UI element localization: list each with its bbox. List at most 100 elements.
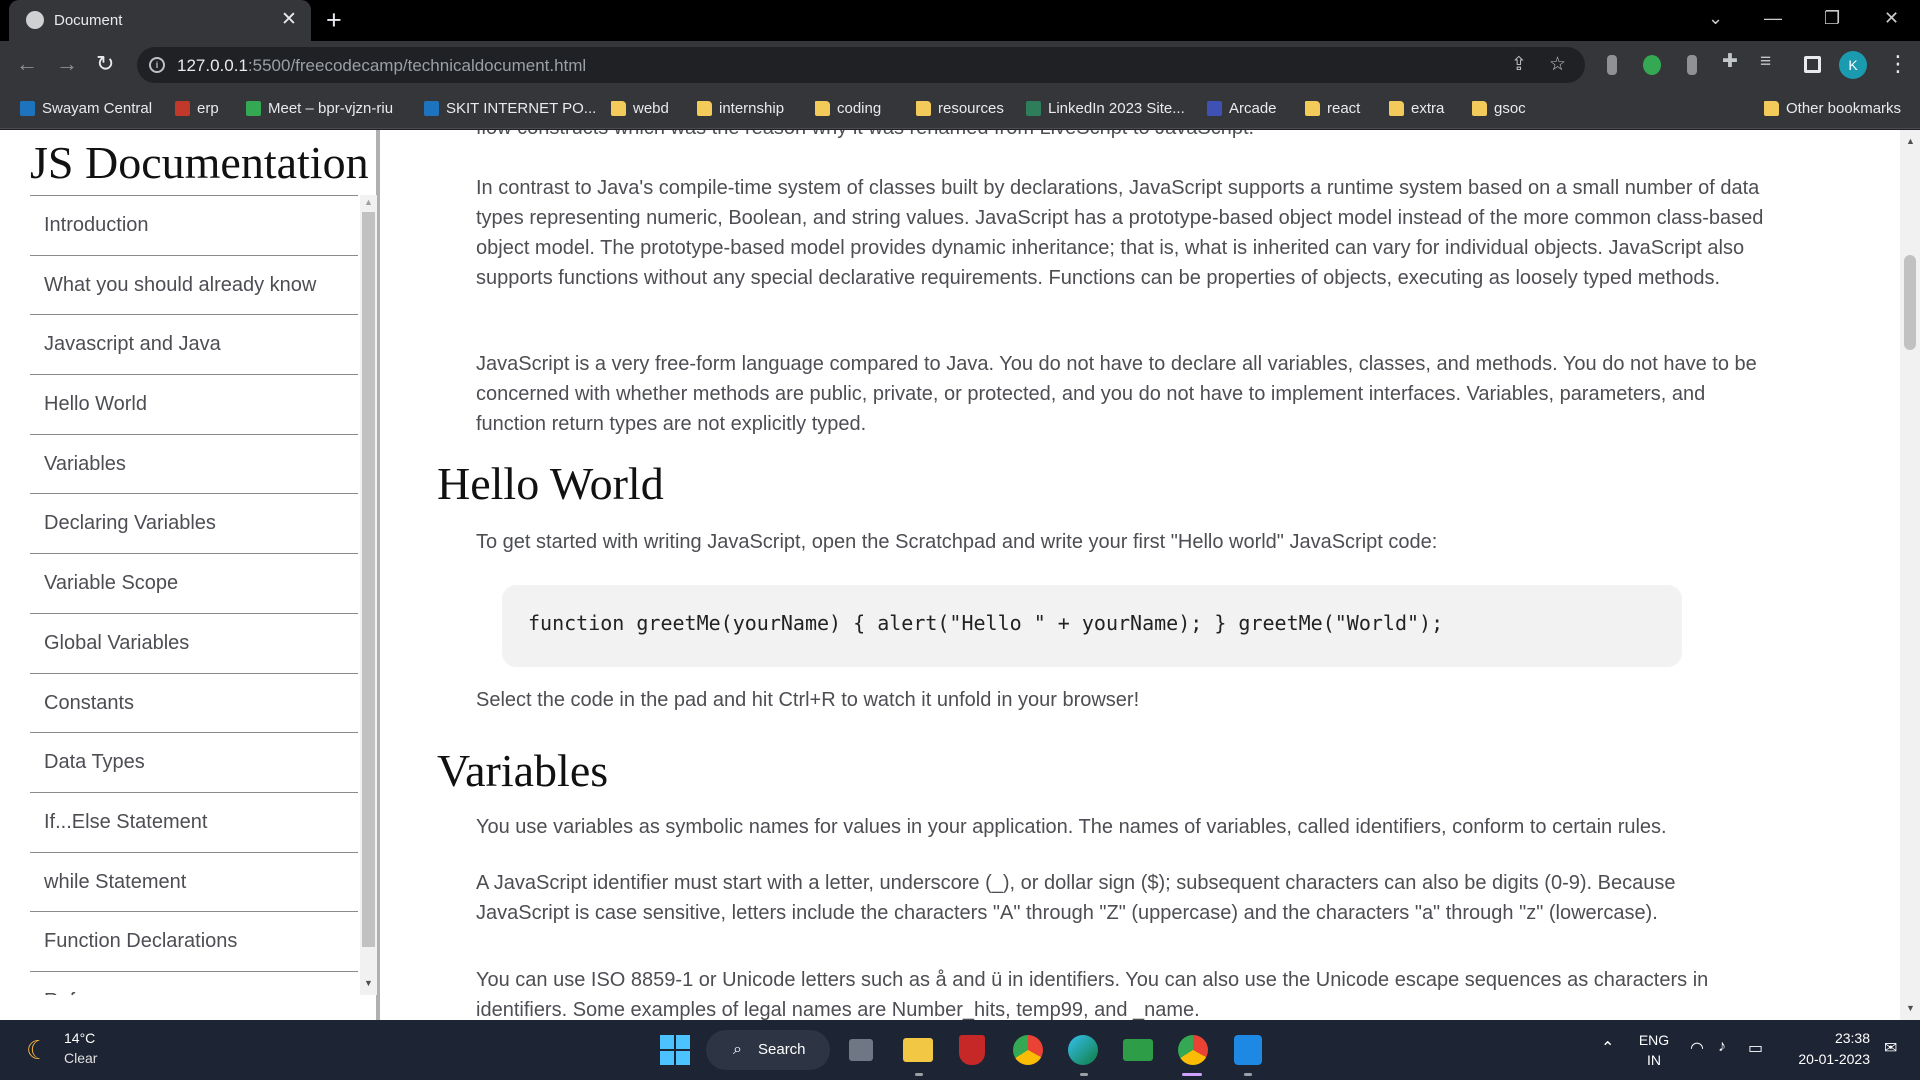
- tab-strip: Document ✕ + ⌄ — ❐ ✕: [0, 0, 1920, 41]
- media-control-icon[interactable]: ≡: [1760, 51, 1771, 73]
- bookmark-swayam[interactable]: Swayam Central: [20, 99, 152, 119]
- clock-date[interactable]: 20-01-2023: [1780, 1051, 1870, 1067]
- bookmark-folder-coding[interactable]: coding: [815, 99, 881, 119]
- folder-icon: [697, 101, 712, 116]
- scroll-down-arrow-icon[interactable]: ▼: [364, 978, 373, 988]
- notification-icon[interactable]: ✉: [1884, 1038, 1897, 1058]
- paragraph-free-form: JavaScript is a very free-form language …: [476, 353, 1757, 435]
- bookmark-folder-react[interactable]: react: [1305, 99, 1360, 119]
- language-indicator[interactable]: ENG: [1636, 1032, 1672, 1048]
- bookmark-folder-extra[interactable]: extra: [1389, 99, 1444, 119]
- bookmark-meet[interactable]: Meet – bpr-vjzn-riu: [246, 99, 393, 119]
- clock-time[interactable]: 23:38: [1780, 1030, 1870, 1046]
- bookmark-favicon-icon: [1207, 101, 1222, 116]
- weather-condition[interactable]: Clear: [64, 1050, 97, 1066]
- menu-icon[interactable]: ⋮: [1887, 51, 1909, 77]
- reload-button[interactable]: ↻: [96, 51, 114, 77]
- region-indicator[interactable]: IN: [1636, 1052, 1672, 1068]
- taskbar-search[interactable]: ⌕ Search: [706, 1030, 830, 1070]
- chrome-profile-icon[interactable]: [1178, 1035, 1208, 1065]
- nav-link-hello-world[interactable]: Hello World: [30, 375, 358, 435]
- page-scrollbar-thumb[interactable]: [1904, 255, 1916, 350]
- scroll-up-arrow-icon[interactable]: ▲: [1906, 136, 1915, 146]
- bookmark-folder-resources[interactable]: resources: [916, 99, 1004, 119]
- nav-link-function-declarations[interactable]: Function Declarations: [30, 912, 358, 972]
- other-bookmarks[interactable]: Other bookmarks: [1764, 99, 1901, 119]
- battery-icon[interactable]: ▭: [1748, 1038, 1763, 1058]
- nav-scrollbar-thumb[interactable]: [362, 212, 375, 947]
- globe-icon: [26, 11, 44, 29]
- bookmark-folder-webd[interactable]: webd: [611, 99, 669, 119]
- bookmark-star-icon[interactable]: ☆: [1549, 54, 1566, 76]
- paragraph-unicode-letters: You can use ISO 8859-1 or Unicode letter…: [476, 969, 1709, 1020]
- taskbar-search-label: Search: [758, 1041, 806, 1058]
- tab-search-icon[interactable]: ⌄: [1708, 6, 1723, 30]
- section-heading-hello-world: Hello World: [437, 458, 664, 509]
- nav-link-variable-scope[interactable]: Variable Scope: [30, 554, 358, 614]
- forward-button[interactable]: →: [56, 51, 78, 77]
- nav-scrollbar[interactable]: ▲ ▼: [360, 195, 377, 995]
- nav-link-while-statement[interactable]: while Statement: [30, 853, 358, 913]
- nav-link-data-types[interactable]: Data Types: [30, 733, 358, 793]
- extension-icon[interactable]: [1607, 55, 1617, 75]
- vscode-icon[interactable]: [1234, 1035, 1262, 1065]
- nav-link-if-else-statement[interactable]: If...Else Statement: [30, 793, 358, 853]
- bookmark-arcade[interactable]: Arcade: [1207, 99, 1277, 119]
- bookmark-skit[interactable]: SKIT INTERNET PO...: [424, 99, 596, 119]
- chat-icon[interactable]: [1123, 1039, 1153, 1061]
- bookmark-folder-gsoc[interactable]: gsoc: [1472, 99, 1526, 119]
- share-icon[interactable]: ⇪: [1511, 54, 1527, 76]
- url-text[interactable]: 127.0.0.1:5500/freecodecamp/technicaldoc…: [177, 56, 586, 76]
- bookmark-linkedin[interactable]: LinkedIn 2023 Site...: [1026, 99, 1185, 119]
- page-viewport: JS Documentation Introduction What you s…: [0, 130, 1920, 1020]
- browser-toolbar: ← → ↻ i 127.0.0.1:5500/freecodecamp/tech…: [0, 41, 1920, 89]
- edge-icon[interactable]: [1068, 1035, 1098, 1065]
- nav-link-global-variables[interactable]: Global Variables: [30, 614, 358, 674]
- code-text: function greetMe(yourName) { alert("Hell…: [528, 611, 1444, 635]
- search-icon: ⌕: [733, 1041, 742, 1058]
- minimize-button[interactable]: —: [1764, 6, 1782, 30]
- scroll-up-arrow-icon[interactable]: ▲: [364, 197, 373, 207]
- profile-avatar[interactable]: K: [1839, 51, 1867, 79]
- weather-temperature[interactable]: 14°C: [64, 1030, 95, 1046]
- extension-icon[interactable]: [1687, 55, 1697, 75]
- restore-button[interactable]: ❐: [1824, 6, 1840, 30]
- moon-weather-icon[interactable]: ☾: [26, 1035, 49, 1065]
- add-extension-icon[interactable]: [1643, 55, 1661, 75]
- task-view-icon[interactable]: [849, 1039, 873, 1061]
- speaker-icon[interactable]: ♪: [1718, 1038, 1726, 1056]
- scroll-down-arrow-icon[interactable]: ▼: [1906, 1003, 1915, 1013]
- close-tab-icon[interactable]: ✕: [281, 9, 297, 31]
- bookmark-erp[interactable]: erp: [175, 99, 219, 119]
- file-explorer-icon[interactable]: [903, 1038, 933, 1062]
- side-panel-icon[interactable]: [1804, 56, 1821, 73]
- start-windows-icon[interactable]: [660, 1035, 690, 1065]
- nav-link-declaring-variables[interactable]: Declaring Variables: [30, 494, 358, 555]
- back-button[interactable]: ←: [16, 51, 38, 77]
- site-info-icon[interactable]: i: [149, 57, 165, 73]
- puzzle-icon[interactable]: ✚: [1722, 51, 1738, 73]
- nav-link-variables[interactable]: Variables: [30, 435, 358, 495]
- chevron-up-icon[interactable]: ⌃: [1601, 1038, 1614, 1058]
- chrome-icon[interactable]: [1013, 1035, 1043, 1065]
- bookmark-favicon-icon: [1026, 101, 1041, 116]
- browser-tab[interactable]: Document ✕: [9, 0, 311, 41]
- bookmark-favicon-icon: [424, 101, 439, 116]
- nav-link-constants[interactable]: Constants: [30, 674, 358, 734]
- page-scrollbar[interactable]: ▲ ▼: [1900, 130, 1920, 1020]
- navbar: JS Documentation Introduction What you s…: [0, 130, 380, 1020]
- code-block: function greetMe(yourName) { alert("Hell…: [502, 585, 1682, 667]
- close-window-button[interactable]: ✕: [1884, 6, 1899, 30]
- main-doc: flow constructs which was the reason why…: [384, 130, 1900, 1020]
- address-bar[interactable]: i 127.0.0.1:5500/freecodecamp/technicald…: [137, 47, 1585, 83]
- nav-link-javascript-and-java[interactable]: Javascript and Java: [30, 315, 358, 376]
- mcafee-icon[interactable]: [959, 1035, 985, 1065]
- folder-icon: [611, 101, 626, 116]
- new-tab-button[interactable]: +: [326, 4, 342, 36]
- folder-icon: [1472, 101, 1487, 116]
- nav-link-what-you-should-already-know[interactable]: What you should already know: [30, 256, 358, 316]
- wifi-icon[interactable]: ◠: [1690, 1038, 1704, 1058]
- bookmark-folder-internship[interactable]: internship: [697, 99, 784, 119]
- nav-link-reference[interactable]: Reference: [30, 972, 358, 995]
- nav-link-introduction[interactable]: Introduction: [30, 196, 358, 256]
